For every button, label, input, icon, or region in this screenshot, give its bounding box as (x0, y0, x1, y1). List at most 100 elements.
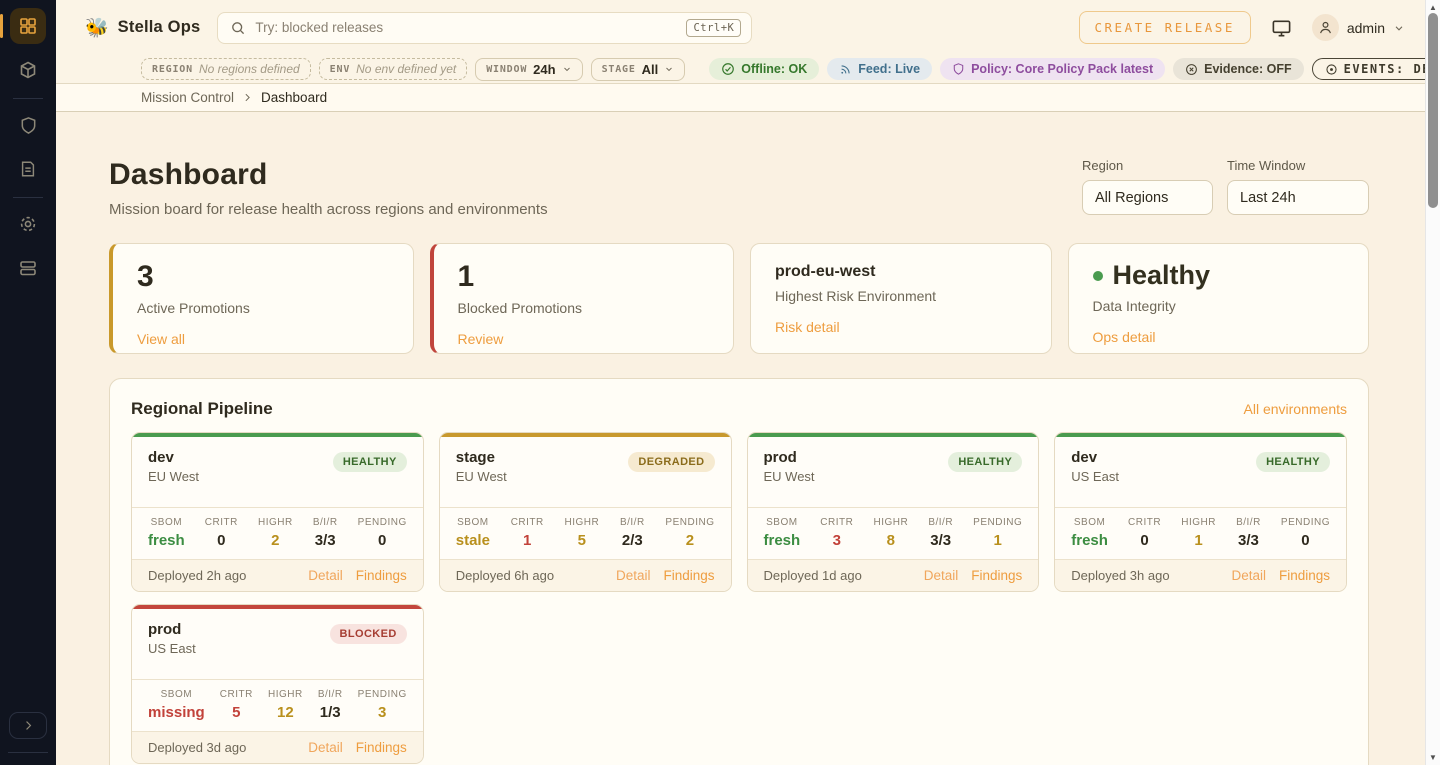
window-dropdown[interactable]: WINDOW 24h (475, 58, 582, 81)
findings-link[interactable]: Findings (663, 568, 714, 583)
window-label: WINDOW (486, 64, 527, 75)
global-search-input[interactable]: Try: blocked releases Ctrl+K (217, 12, 752, 44)
stat-card-row: 3 Active Promotions View all 1 Blocked P… (109, 243, 1369, 354)
breadcrumb-current: Dashboard (261, 90, 327, 105)
scrollbar-thumb[interactable] (1428, 13, 1438, 208)
findings-link[interactable]: Findings (1279, 568, 1330, 583)
sidebar-item-infrastructure[interactable] (10, 250, 46, 286)
page-title: Dashboard (109, 158, 548, 192)
offline-status-chip[interactable]: Offline: OK (709, 58, 819, 80)
pipeline-card-footer: Deployed 3d ago Detail Findings (132, 731, 423, 763)
page-scrollbar[interactable]: ▲ ▼ (1425, 0, 1440, 765)
pipeline-card-titles: prod US East (148, 621, 196, 656)
deployed-time: Deployed 3d ago (148, 740, 246, 755)
stat-value: 5 (220, 704, 253, 721)
stat-label: B/I/R (318, 689, 343, 700)
ops-detail-link[interactable]: Ops detail (1093, 329, 1156, 345)
scrollbar-up-arrow[interactable]: ▲ (1426, 3, 1440, 12)
sidebar-item-releases[interactable] (10, 52, 46, 88)
detail-link[interactable]: Detail (924, 568, 959, 583)
page-subtitle: Mission board for release health across … (109, 201, 548, 218)
feed-status-chip[interactable]: Feed: Live (827, 58, 932, 80)
stat-value: 3 (358, 704, 407, 721)
stat-column: PENDING3 (358, 689, 407, 721)
pipeline-card-header: stage EU West DEGRADED (440, 437, 731, 507)
pipeline-card-header: dev EU West HEALTHY (132, 437, 423, 507)
view-all-link[interactable]: View all (137, 331, 185, 347)
app-logo[interactable]: 🐝 Stella Ops (85, 16, 200, 40)
sidebar-collapse-button[interactable] (9, 712, 47, 739)
deployed-time: Deployed 3h ago (1071, 568, 1169, 583)
stat-label: SBOM (1071, 517, 1108, 528)
stats-row: SBOMfreshCRITR0HIGHR2B/I/R3/3PENDING0 (132, 507, 423, 559)
stat-column: HIGHR2 (258, 517, 293, 549)
region-select[interactable]: All Regions (1082, 180, 1213, 215)
stat-column: B/I/R3/3 (313, 517, 338, 549)
stat-label: HIGHR (873, 517, 908, 528)
env-context-pill[interactable]: ENV No env defined yet (319, 58, 468, 80)
stat-value: 0 (358, 532, 407, 549)
display-mode-button[interactable] (1271, 18, 1292, 38)
status-badge: HEALTHY (948, 452, 1022, 472)
environment-name: stage (456, 449, 507, 466)
deployed-time: Deployed 1d ago (764, 568, 862, 583)
detail-link[interactable]: Detail (616, 568, 651, 583)
scrollbar-down-arrow[interactable]: ▼ (1426, 753, 1440, 762)
data-integrity-status: Healthy (1093, 261, 1345, 291)
stage-dropdown[interactable]: STAGE All (591, 58, 686, 81)
evidence-chip[interactable]: Evidence: OFF (1173, 58, 1304, 80)
risk-detail-link[interactable]: Risk detail (775, 319, 840, 335)
stat-value: missing (148, 704, 205, 721)
stat-value: 5 (564, 532, 599, 549)
stats-row: SBOMfreshCRITR3HIGHR8B/I/R3/3PENDING1 (748, 507, 1039, 559)
breadcrumb-parent[interactable]: Mission Control (141, 90, 234, 105)
stat-value: 3 (820, 532, 853, 549)
person-icon (1318, 20, 1333, 35)
breadcrumb: Mission Control Dashboard (56, 84, 1425, 112)
region-name: US East (148, 641, 196, 656)
all-environments-link[interactable]: All environments (1244, 401, 1348, 417)
stat-column: CRITR0 (205, 517, 238, 549)
findings-link[interactable]: Findings (356, 740, 407, 755)
stat-label: B/I/R (928, 517, 953, 528)
stat-column: SBOMfresh (1071, 517, 1108, 549)
detail-link[interactable]: Detail (308, 740, 343, 755)
stat-value: 3/3 (928, 532, 953, 549)
stat-column: CRITR1 (511, 517, 544, 549)
pipeline-card-footer: Deployed 2h ago Detail Findings (132, 559, 423, 591)
stat-column: SBOMmissing (148, 689, 205, 721)
findings-link[interactable]: Findings (971, 568, 1022, 583)
detail-link[interactable]: Detail (1231, 568, 1266, 583)
pipeline-card-footer: Deployed 6h ago Detail Findings (440, 559, 731, 591)
circle-dot-icon (1325, 63, 1338, 76)
sidebar-divider (13, 197, 43, 198)
blocked-promotions-count: 1 (458, 261, 710, 293)
shield-icon (952, 62, 965, 76)
env-context-label: ENV (330, 64, 350, 75)
detail-link[interactable]: Detail (308, 568, 343, 583)
stat-label: HIGHR (258, 517, 293, 528)
data-integrity-card: Healthy Data Integrity Ops detail (1068, 243, 1370, 354)
shield-icon (19, 116, 38, 135)
findings-link[interactable]: Findings (356, 568, 407, 583)
policy-chip[interactable]: Policy: Core Policy Pack latest (940, 58, 1165, 80)
sidebar-item-documents[interactable] (10, 151, 46, 187)
pipeline-card-links: Detail Findings (616, 568, 715, 583)
sidebar-item-security[interactable] (10, 107, 46, 143)
time-window-select[interactable]: Last 24h (1227, 180, 1369, 215)
sidebar-item-settings[interactable] (10, 206, 46, 242)
stat-label: SBOM (764, 517, 801, 528)
events-status-chip[interactable]: EVENTS: DEGRADED (1312, 58, 1440, 80)
review-link[interactable]: Review (458, 331, 504, 347)
user-menu[interactable]: admin (1312, 14, 1405, 41)
stat-column: PENDING0 (358, 517, 407, 549)
stat-label: SBOM (148, 517, 185, 528)
stat-label: CRITR (511, 517, 544, 528)
region-context-pill[interactable]: REGION No regions defined (141, 58, 311, 80)
create-release-button[interactable]: CREATE RELEASE (1079, 11, 1251, 44)
stat-label: PENDING (973, 517, 1022, 528)
sidebar-item-dashboard[interactable] (10, 8, 46, 44)
time-window-filter-label: Time Window (1227, 158, 1369, 173)
chevron-down-icon (562, 64, 572, 74)
stat-label: CRITR (1128, 517, 1161, 528)
